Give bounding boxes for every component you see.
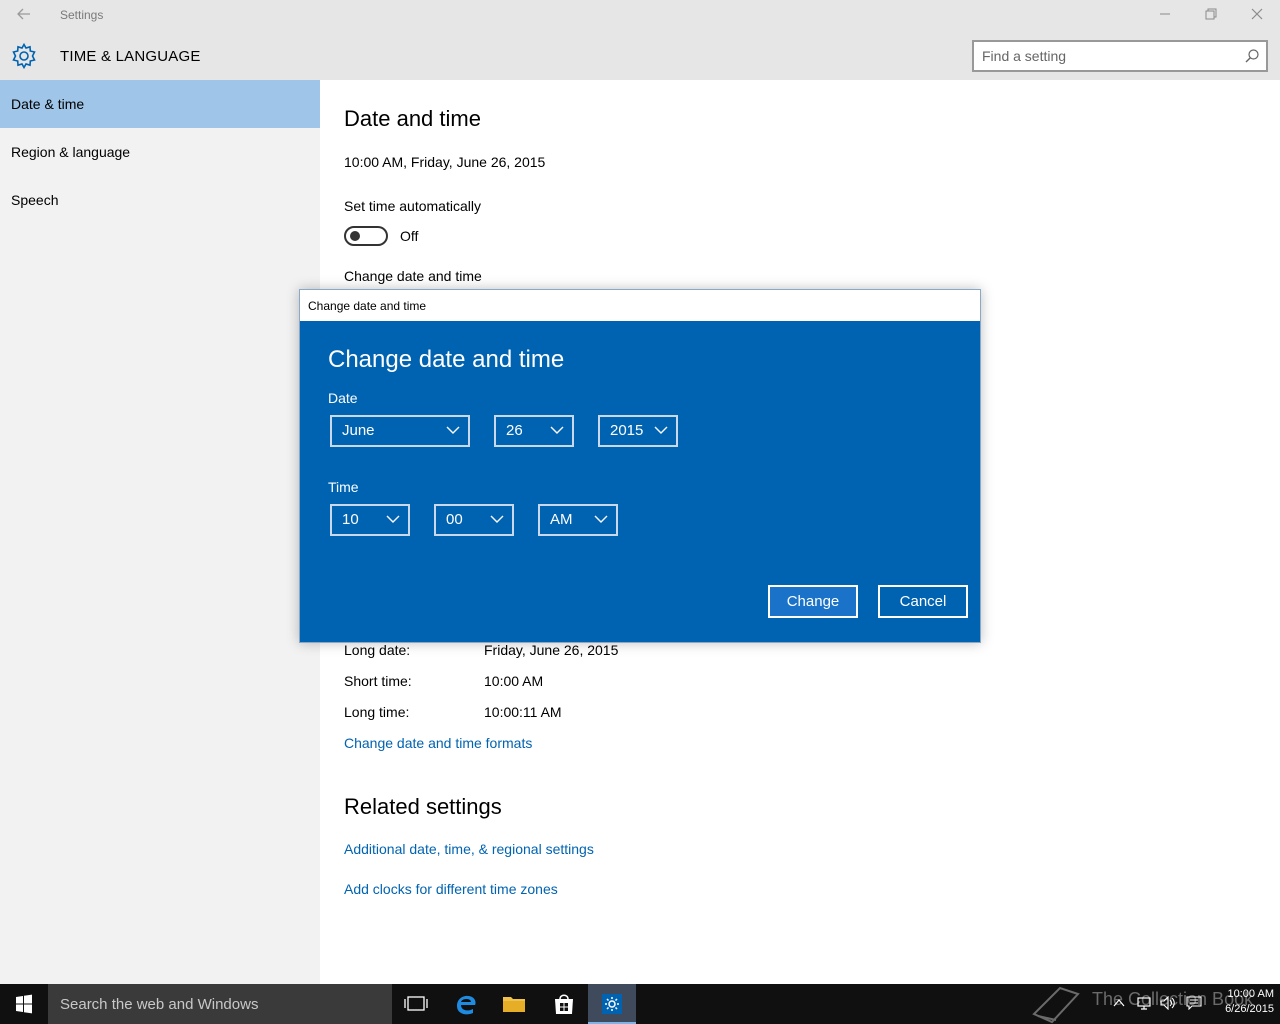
change-date-time-dialog: Change date and time Change date and tim…	[299, 289, 981, 643]
app-title: Settings	[60, 8, 104, 22]
month-select[interactable]: June	[330, 415, 470, 447]
long-date-value: Friday, June 26, 2015	[484, 642, 619, 658]
volume-icon[interactable]	[1160, 995, 1176, 1013]
show-hidden-icons-icon[interactable]	[1112, 996, 1126, 1013]
toggle-state-label: Off	[400, 228, 419, 244]
change-date-time-label: Change date and time	[344, 268, 482, 284]
taskbar-search-box[interactable]: Search the web and Windows	[48, 984, 392, 1024]
short-time-value: 10:00 AM	[484, 673, 544, 689]
network-icon[interactable]	[1136, 996, 1152, 1013]
search-input[interactable]	[982, 47, 1232, 65]
minute-select[interactable]: 00	[434, 504, 514, 536]
sidebar: Date & time Region & language Speech	[0, 80, 320, 984]
set-time-auto-label: Set time automatically	[344, 198, 481, 214]
task-view-icon[interactable]	[392, 984, 440, 1024]
ampm-select[interactable]: AM	[538, 504, 618, 536]
taskbar-clock[interactable]: 10:00 AM 6/26/2015	[1210, 987, 1274, 1017]
action-center-icon[interactable]	[1186, 996, 1202, 1013]
dialog-heading: Change date and time	[328, 346, 565, 373]
long-time-label: Long time:	[344, 704, 410, 720]
back-arrow-icon[interactable]	[12, 6, 36, 26]
chevron-down-icon	[654, 426, 668, 434]
clock-date: 6/26/2015	[1225, 1003, 1274, 1015]
settings-icon[interactable]	[588, 984, 636, 1024]
ampm-value: AM	[550, 511, 573, 528]
chevron-down-icon	[490, 515, 504, 523]
start-button[interactable]	[0, 984, 48, 1024]
close-button[interactable]	[1234, 0, 1280, 32]
chevron-down-icon	[550, 426, 564, 434]
current-datetime: 10:00 AM, Friday, June 26, 2015	[344, 154, 546, 170]
chevron-down-icon	[386, 515, 400, 523]
dialog-title-bar: Change date and time	[300, 290, 980, 321]
toggle-knob	[350, 231, 360, 241]
gear-icon	[10, 42, 38, 70]
search-icon[interactable]	[1244, 48, 1260, 64]
year-value: 2015	[610, 422, 644, 439]
hour-select[interactable]: 10	[330, 504, 410, 536]
time-label: Time	[328, 479, 359, 495]
additional-settings-link[interactable]: Additional date, time, & regional settin…	[344, 841, 594, 857]
change-formats-link[interactable]: Change date and time formats	[344, 735, 532, 751]
windows-logo-icon	[16, 994, 32, 1014]
edge-icon[interactable]	[442, 984, 490, 1024]
day-value: 26	[506, 422, 523, 439]
sidebar-item-speech[interactable]: Speech	[0, 176, 320, 224]
book-watermark-icon	[1030, 984, 1082, 1024]
chevron-down-icon	[594, 515, 608, 523]
short-time-label: Short time:	[344, 673, 412, 689]
add-clocks-link[interactable]: Add clocks for different time zones	[344, 881, 558, 897]
change-button[interactable]: Change	[768, 585, 858, 618]
sidebar-item-date-time[interactable]: Date & time	[0, 80, 320, 128]
hour-value: 10	[342, 511, 359, 528]
minute-value: 00	[446, 511, 463, 528]
chevron-down-icon	[446, 426, 460, 434]
sidebar-item-region-language[interactable]: Region & language	[0, 128, 320, 176]
month-value: June	[342, 422, 375, 439]
store-icon[interactable]	[540, 984, 588, 1024]
year-select[interactable]: 2015	[598, 415, 678, 447]
cancel-button[interactable]: Cancel	[878, 585, 968, 618]
file-explorer-icon[interactable]	[490, 984, 538, 1024]
date-label: Date	[328, 390, 358, 406]
dialog-window-title: Change date and time	[308, 299, 427, 313]
day-select[interactable]: 26	[494, 415, 574, 447]
taskbar-search-text: Search the web and Windows	[60, 996, 259, 1013]
page-title: Date and time	[344, 106, 481, 131]
title-bar: Settings	[0, 0, 1280, 32]
taskbar: Search the web and Windows The Collectio…	[0, 984, 1280, 1024]
related-settings-title: Related settings	[344, 794, 502, 819]
search-box[interactable]	[972, 40, 1268, 72]
minimize-button[interactable]	[1142, 0, 1188, 32]
section-title: TIME & LANGUAGE	[60, 48, 201, 65]
long-time-value: 10:00:11 AM	[484, 704, 562, 720]
long-date-label: Long date:	[344, 642, 411, 658]
restore-button[interactable]	[1188, 0, 1234, 32]
clock-time: 10:00 AM	[1227, 988, 1274, 1000]
settings-header: TIME & LANGUAGE	[0, 32, 1280, 80]
set-time-auto-toggle[interactable]	[344, 226, 388, 246]
